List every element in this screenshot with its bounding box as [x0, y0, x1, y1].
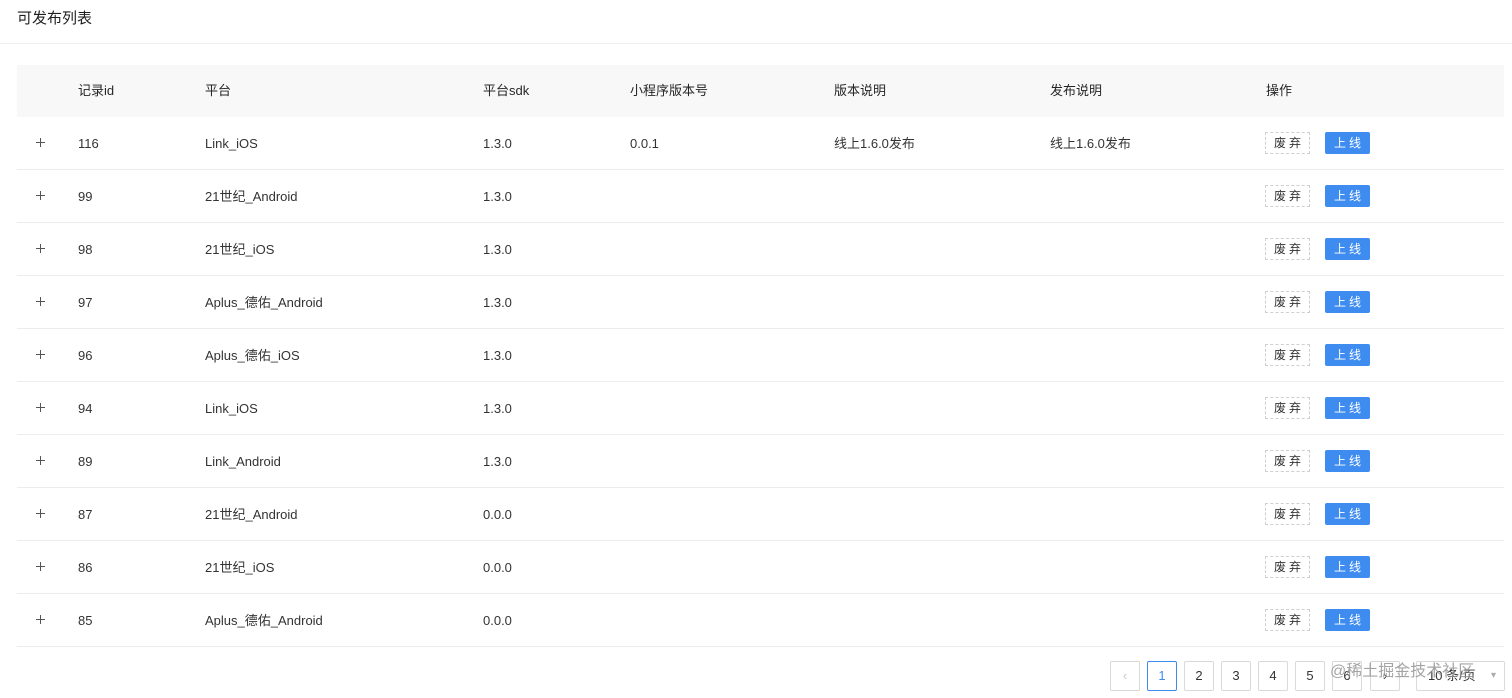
expand-icon[interactable]	[35, 561, 47, 573]
cell-mini-version: 0.0.1	[630, 136, 659, 151]
cell-version-note: 线上1.6.0发布	[834, 136, 915, 151]
chevron-right-icon[interactable]: ›	[1370, 661, 1400, 691]
cell-platform: Link_Android	[205, 454, 281, 469]
page-header: 可发布列表	[0, 0, 1512, 44]
header-actions: 操作	[1266, 83, 1293, 98]
cell-platform: Aplus_德佑_iOS	[205, 348, 300, 363]
page-title: 可发布列表	[17, 10, 93, 27]
cell-id: 116	[78, 136, 99, 151]
cell-sdk: 1.3.0	[483, 189, 512, 204]
table-row: 96 Aplus_德佑_iOS 1.3.0 废弃 上线	[17, 329, 1504, 382]
cell-id: 97	[78, 295, 93, 310]
table-row: 89 Link_Android 1.3.0 废弃 上线	[17, 435, 1504, 488]
discard-button[interactable]: 废弃	[1265, 609, 1310, 631]
cell-id: 86	[78, 560, 93, 575]
page-button-2[interactable]: 2	[1184, 661, 1214, 691]
online-button[interactable]: 上线	[1325, 450, 1370, 472]
cell-id: 87	[78, 507, 93, 522]
release-table: 记录id 平台 平台sdk 小程序版本号 版本说明 发布说明 操作 116 Lin…	[17, 65, 1504, 647]
online-button[interactable]: 上线	[1325, 291, 1370, 313]
cell-sdk: 1.3.0	[483, 136, 512, 151]
expand-icon[interactable]	[35, 296, 47, 308]
expand-icon[interactable]	[35, 614, 47, 626]
online-button[interactable]: 上线	[1325, 132, 1370, 154]
page-button-4[interactable]: 4	[1258, 661, 1288, 691]
page-button-3[interactable]: 3	[1221, 661, 1251, 691]
header-version-note: 版本说明	[834, 83, 887, 98]
discard-button[interactable]: 废弃	[1265, 397, 1310, 419]
cell-id: 98	[78, 242, 93, 257]
table-row: 87 21世纪_Android 0.0.0 废弃 上线	[17, 488, 1504, 541]
chevron-left-icon[interactable]: ‹	[1110, 661, 1140, 691]
cell-sdk: 0.0.0	[483, 560, 512, 575]
discard-button[interactable]: 废弃	[1265, 556, 1310, 578]
online-button[interactable]: 上线	[1325, 185, 1370, 207]
header-id: 记录id	[78, 83, 115, 98]
online-button[interactable]: 上线	[1325, 556, 1370, 578]
cell-platform: Aplus_德佑_Android	[205, 613, 323, 628]
expand-icon[interactable]	[35, 137, 47, 149]
cell-sdk: 0.0.0	[483, 507, 512, 522]
cell-platform: 21世纪_iOS	[205, 242, 275, 257]
cell-id: 94	[78, 401, 93, 416]
discard-button[interactable]: 废弃	[1265, 238, 1310, 260]
table-row: 99 21世纪_Android 1.3.0 废弃 上线	[17, 170, 1504, 223]
expand-icon[interactable]	[35, 190, 47, 202]
cell-sdk: 1.3.0	[483, 242, 512, 257]
expand-icon[interactable]	[35, 455, 47, 467]
discard-button[interactable]: 废弃	[1265, 344, 1310, 366]
online-button[interactable]: 上线	[1325, 344, 1370, 366]
expand-icon[interactable]	[35, 402, 47, 414]
online-button[interactable]: 上线	[1325, 397, 1370, 419]
page-button-1[interactable]: 1	[1147, 661, 1177, 691]
table-row: 116 Link_iOS 1.3.0 0.0.1 线上1.6.0发布 线上1.6.0发布 废…	[17, 117, 1504, 170]
cell-sdk: 1.3.0	[483, 295, 512, 310]
cell-sdk: 1.3.0	[483, 454, 512, 469]
header-release-note: 发布说明	[1050, 83, 1103, 98]
cell-id: 85	[78, 613, 93, 628]
online-button[interactable]: 上线	[1325, 503, 1370, 525]
table-row: 97 Aplus_德佑_Android 1.3.0 废弃 上线	[17, 276, 1504, 329]
expand-icon[interactable]	[35, 349, 47, 361]
cell-id: 89	[78, 454, 93, 469]
cell-platform: 21世纪_Android	[205, 189, 298, 204]
expand-icon[interactable]	[35, 508, 47, 520]
header-sdk: 平台sdk	[483, 83, 530, 98]
page-button-5[interactable]: 5	[1295, 661, 1325, 691]
header-platform: 平台	[205, 83, 232, 98]
cell-platform: Link_iOS	[205, 136, 258, 151]
table-row: 98 21世纪_iOS 1.3.0 废弃 上线	[17, 223, 1504, 276]
cell-platform: Aplus_德佑_Android	[205, 295, 323, 310]
discard-button[interactable]: 废弃	[1265, 132, 1310, 154]
table-body: 116 Link_iOS 1.3.0 0.0.1 线上1.6.0发布 线上1.6.0发布废…	[17, 117, 1504, 647]
table-row: 85 Aplus_德佑_Android 0.0.0 废弃 上线	[17, 594, 1504, 647]
expand-icon[interactable]	[35, 243, 47, 255]
cell-sdk: 1.3.0	[483, 348, 512, 363]
discard-button[interactable]: 废弃	[1265, 503, 1310, 525]
page-button-6[interactable]: 6	[1332, 661, 1362, 691]
chevron-down-icon: ▾	[1490, 670, 1496, 681]
table-header: 记录id 平台 平台sdk 小程序版本号 版本说明 发布说明 操作	[17, 65, 1504, 117]
discard-button[interactable]: 废弃	[1265, 450, 1310, 472]
cell-release-note: 线上1.6.0发布	[1050, 136, 1131, 151]
cell-id: 96	[78, 348, 93, 363]
online-button[interactable]: 上线	[1325, 238, 1370, 260]
page-size-label: 10 条/页	[1428, 668, 1476, 683]
page-size-select[interactable]: 10 条/页 ▾	[1416, 661, 1505, 691]
table-row: 94 Link_iOS 1.3.0 废弃 上线	[17, 382, 1504, 435]
cell-sdk: 0.0.0	[483, 613, 512, 628]
cell-platform: 21世纪_Android	[205, 507, 298, 522]
header-mini-version: 小程序版本号	[630, 83, 709, 98]
cell-id: 99	[78, 189, 93, 204]
online-button[interactable]: 上线	[1325, 609, 1370, 631]
cell-sdk: 1.3.0	[483, 401, 512, 416]
discard-button[interactable]: 废弃	[1265, 185, 1310, 207]
discard-button[interactable]: 废弃	[1265, 291, 1310, 313]
table-row: 86 21世纪_iOS 0.0.0 废弃 上线	[17, 541, 1504, 594]
cell-platform: 21世纪_iOS	[205, 560, 275, 575]
cell-platform: Link_iOS	[205, 401, 258, 416]
